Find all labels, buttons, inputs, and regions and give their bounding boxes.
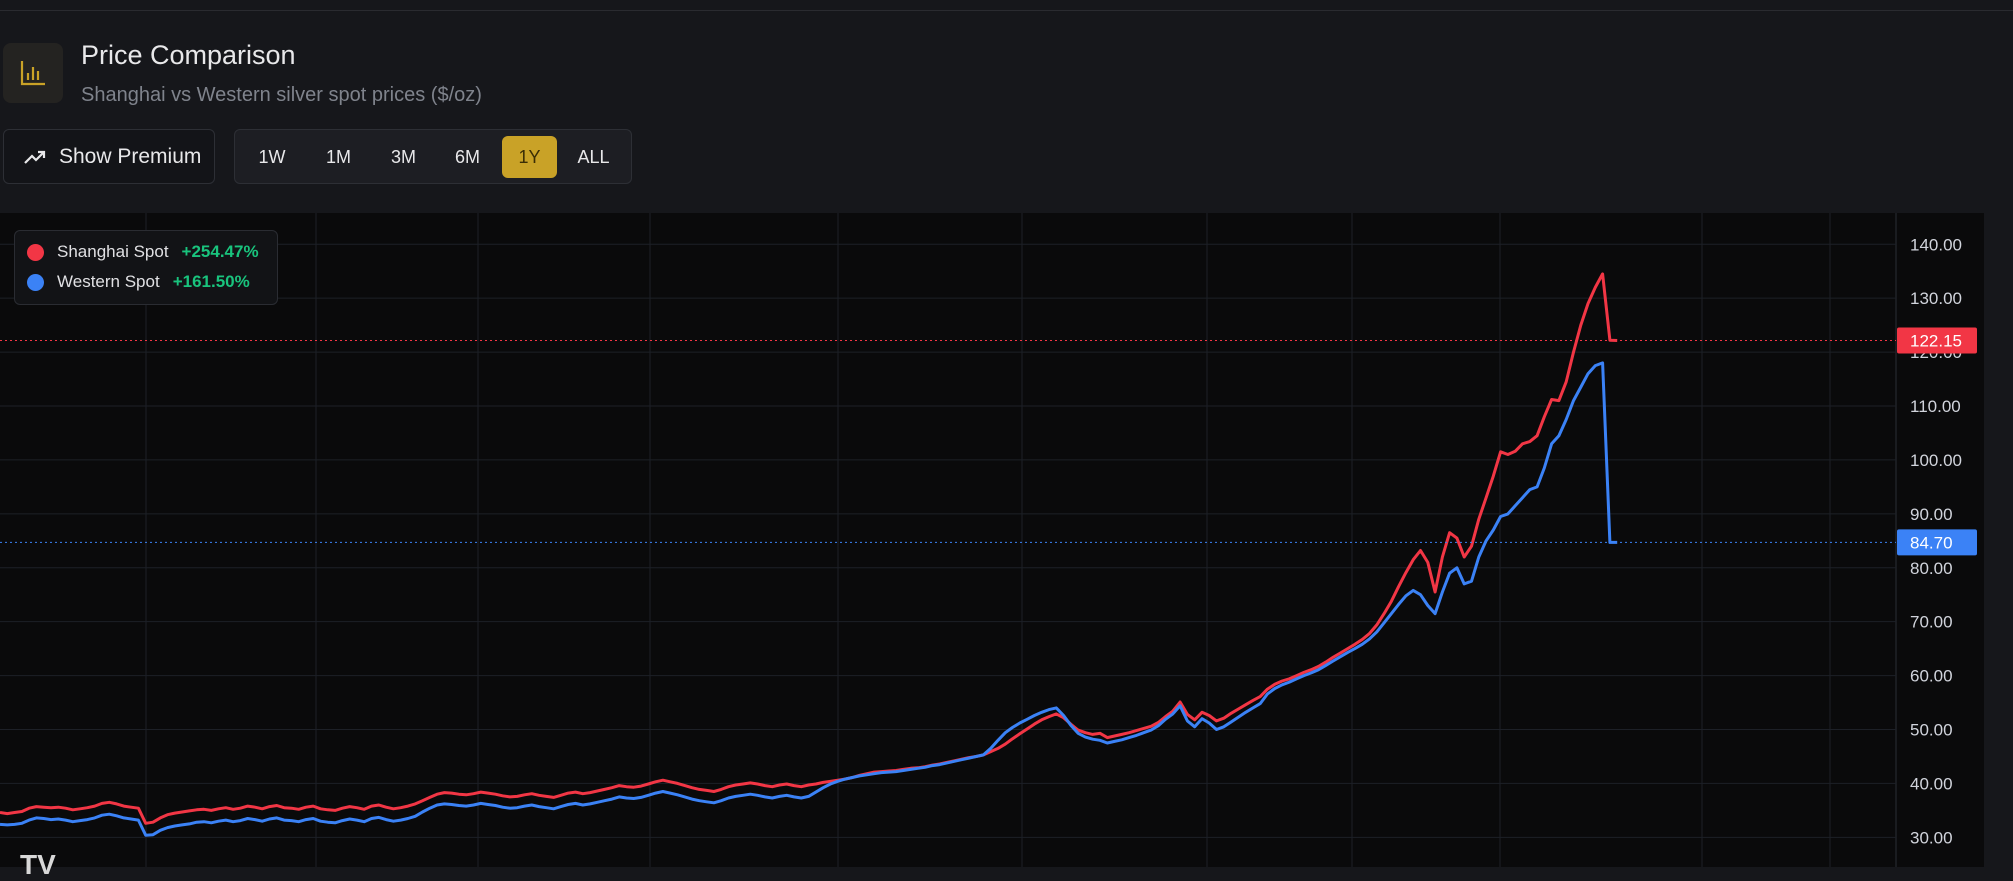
range-1m-button[interactable]: 1M bbox=[311, 136, 366, 178]
series-line-shanghai-spot bbox=[0, 272, 1618, 825]
tradingview-logo: TV bbox=[20, 849, 56, 880]
y-tick-label: 90.00 bbox=[1910, 505, 1953, 524]
price-label-0: 122.15 bbox=[1910, 332, 1962, 351]
chart-canvas[interactable]: 30.00 40.00 50.00 60.00 70.00 80.00 90.00 100.0… bbox=[0, 213, 1984, 867]
y-tick-label: 140.00 bbox=[1910, 235, 1962, 254]
y-tick-label: 30.00 bbox=[1910, 828, 1953, 847]
y-tick-label: 40.00 bbox=[1910, 774, 1953, 793]
legend-label-western: Western Spot bbox=[57, 272, 160, 291]
page-title: Price Comparison bbox=[81, 40, 296, 70]
legend-change-shanghai: +254.47% bbox=[181, 242, 259, 261]
y-tick-label: 60.00 bbox=[1910, 667, 1953, 686]
price-chart[interactable]: 30.00 40.00 50.00 60.00 70.00 80.00 90.00 100.0… bbox=[0, 213, 1984, 867]
legend-label-shanghai: Shanghai Spot bbox=[57, 242, 169, 261]
legend-item-western: Western Spot +161.50% bbox=[27, 270, 250, 294]
range-1y-button[interactable]: 1Y bbox=[502, 136, 557, 178]
page-subtitle: Shanghai vs Western silver spot prices (… bbox=[81, 84, 482, 106]
price-label-1: 84.70 bbox=[1910, 533, 1953, 552]
range-6m-button[interactable]: 6M bbox=[440, 136, 495, 178]
y-tick-label: 110.00 bbox=[1910, 397, 1961, 416]
western-dot-icon bbox=[27, 273, 44, 291]
range-1w-button[interactable]: 1W bbox=[247, 136, 297, 178]
range-all-button[interactable]: ALL bbox=[566, 136, 621, 178]
series-line-western-spot bbox=[0, 361, 1618, 837]
y-tick-label: 80.00 bbox=[1910, 559, 1953, 578]
show-premium-button[interactable]: Show Premium bbox=[3, 129, 215, 184]
legend-change-western: +161.50% bbox=[172, 272, 250, 291]
range-3m-button[interactable]: 3M bbox=[376, 136, 431, 178]
chart-legend: Shanghai Spot +254.47% Western Spot +161… bbox=[14, 230, 278, 305]
legend-item-shanghai: Shanghai Spot +254.47% bbox=[27, 240, 259, 264]
range-selector: 1W 1M 3M 6M 1Y ALL bbox=[234, 129, 632, 184]
shanghai-dot-icon bbox=[27, 243, 44, 261]
show-premium-label: Show Premium bbox=[59, 144, 202, 168]
bar-chart-icon bbox=[3, 43, 63, 103]
y-tick-label: 130.00 bbox=[1910, 289, 1962, 308]
trending-up-icon bbox=[24, 150, 46, 164]
y-tick-label: 100.00 bbox=[1910, 451, 1962, 470]
top-divider bbox=[0, 10, 2013, 11]
y-tick-label: 70.00 bbox=[1910, 613, 1953, 632]
y-tick-label: 50.00 bbox=[1910, 721, 1953, 740]
